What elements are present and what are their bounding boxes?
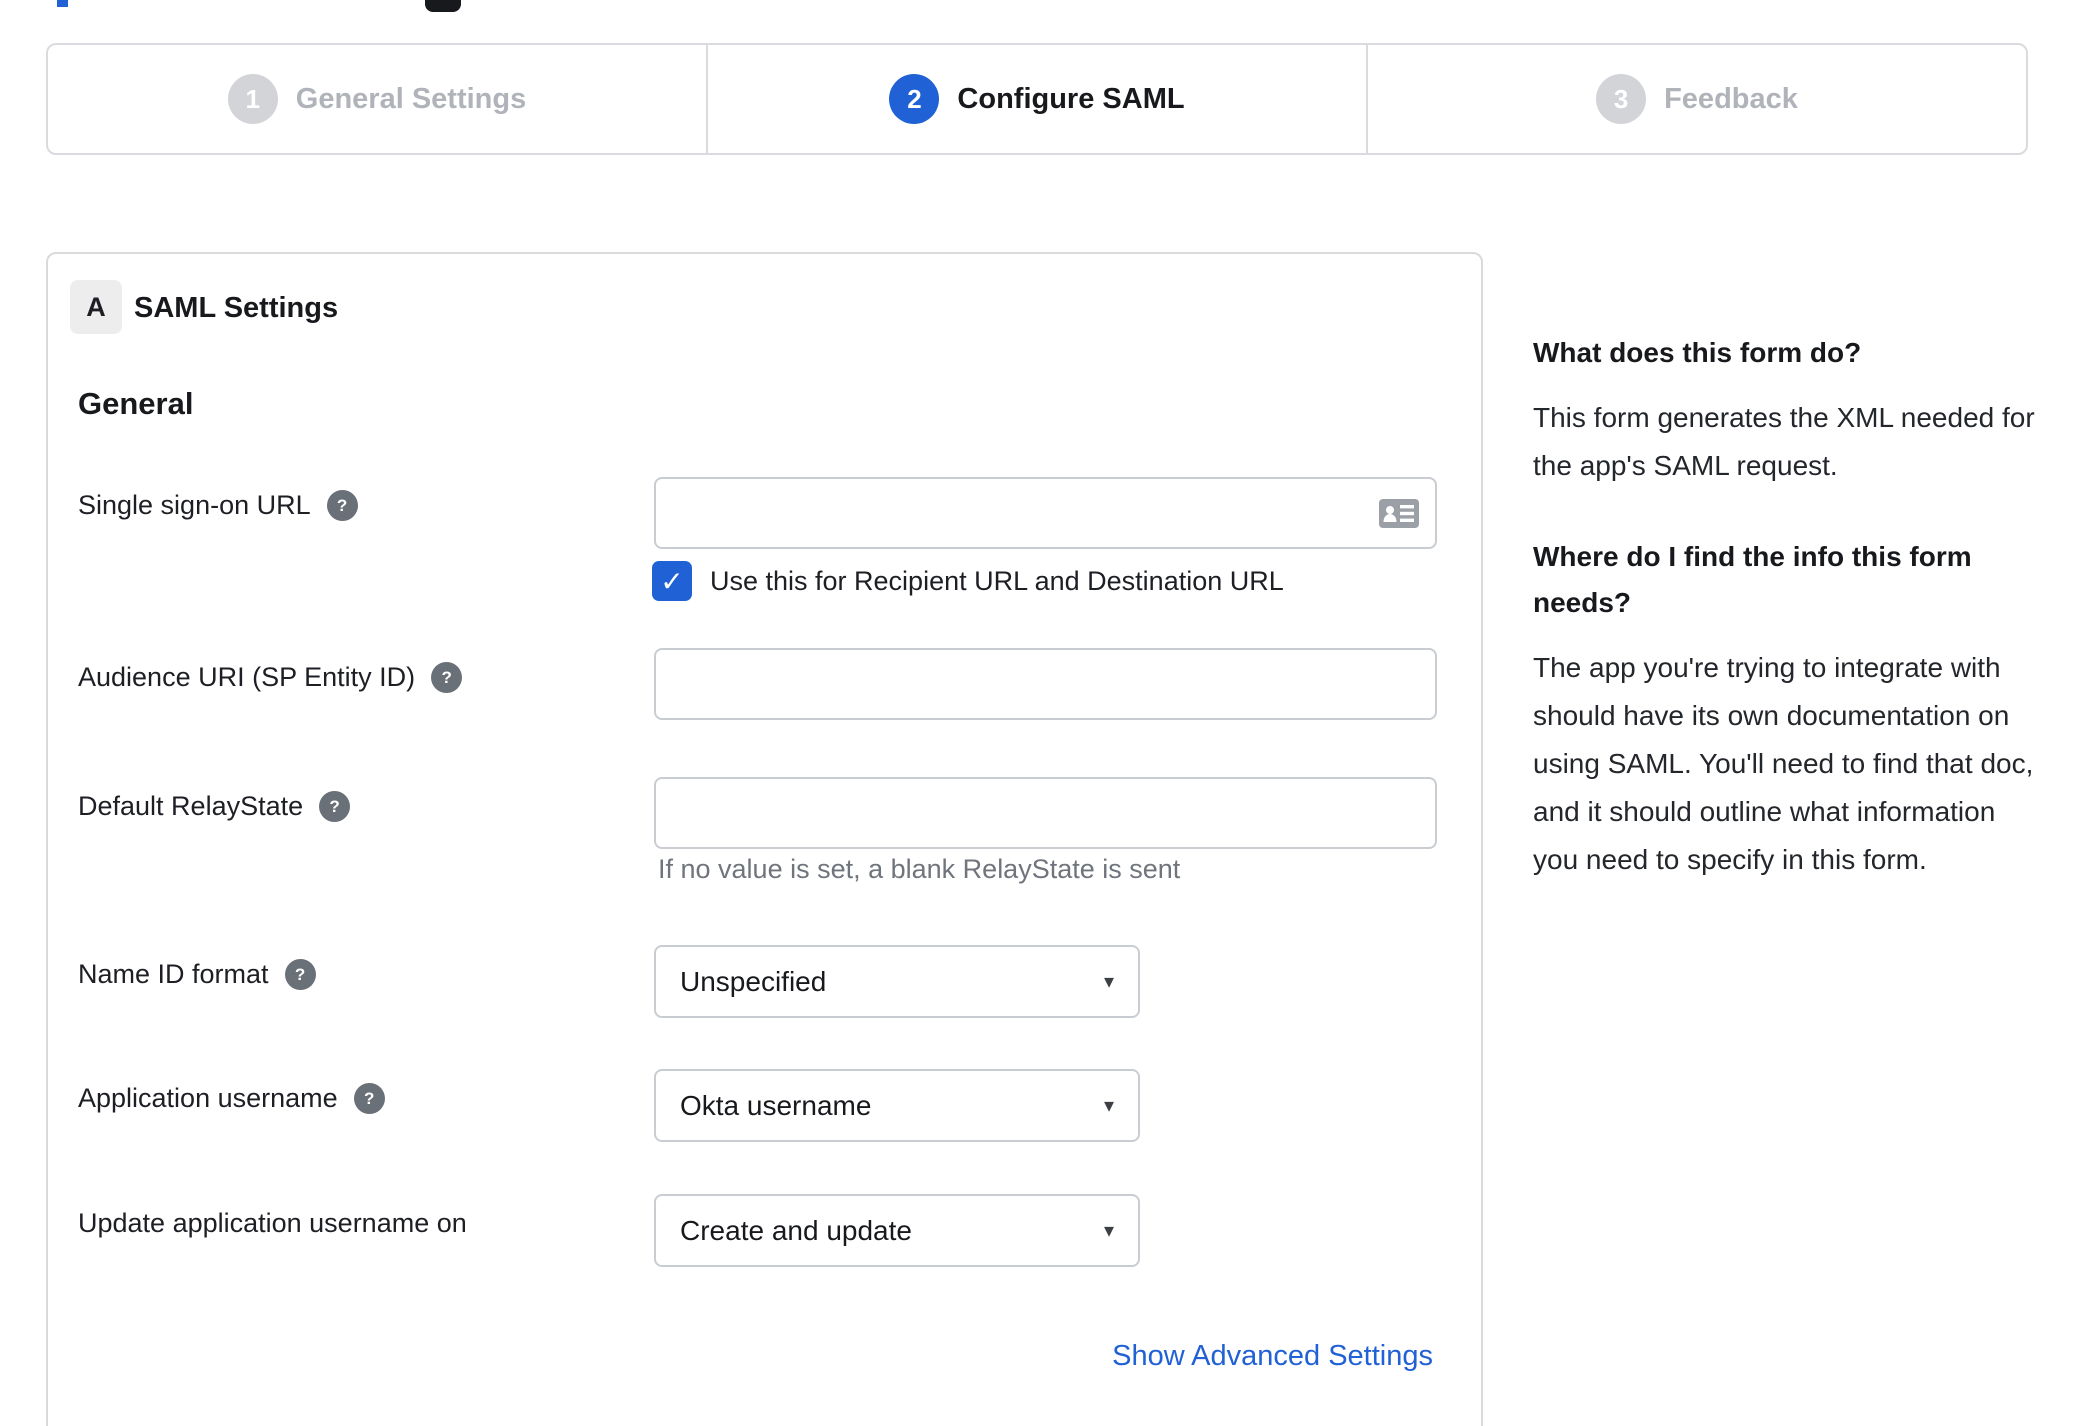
sidebar-body-what: This form generates the XML needed for t… <box>1533 402 2035 481</box>
sidebar-body-where: The app you're trying to integrate with … <box>1533 652 2034 875</box>
step-configure-saml[interactable]: 2 Configure SAML <box>706 45 1366 153</box>
name-id-format-help-icon[interactable]: ? <box>284 959 316 990</box>
wizard-stepper: 1 General Settings 2 Configure SAML 3 Fe… <box>46 43 2028 155</box>
sso-url-input-wrap <box>654 477 1437 549</box>
chevron-down-icon: ▾ <box>1103 1095 1114 1117</box>
step-3-label: Feedback <box>1664 82 1798 115</box>
application-username-help-icon[interactable]: ? <box>353 1083 385 1114</box>
sso-url-help-icon[interactable]: ? <box>326 490 358 521</box>
card-title: SAML Settings <box>134 292 339 324</box>
audience-uri-input[interactable] <box>654 648 1437 720</box>
app-logo-remnant <box>425 0 461 12</box>
sidebar-heading-where: Where do I find the info this form needs… <box>1533 541 1972 618</box>
sso-url-input[interactable] <box>654 477 1437 549</box>
audience-uri-label-text: Audience URI (SP Entity ID) <box>78 662 416 692</box>
application-username-select[interactable]: Okta username ▾ <box>654 1069 1140 1142</box>
relaystate-help-icon[interactable]: ? <box>319 791 351 822</box>
application-username-value: Okta username <box>680 1089 872 1121</box>
step-feedback[interactable]: 3 Feedback <box>1366 45 2026 153</box>
step-1-circle: 1 <box>227 74 278 124</box>
section-a-badge: A <box>70 280 122 334</box>
step-2-label: Configure SAML <box>957 82 1185 115</box>
step-1-label: General Settings <box>295 82 527 115</box>
configure-saml-page: 1 General Settings 2 Configure SAML 3 Fe… <box>0 0 2092 1426</box>
name-id-format-label-text: Name ID format <box>78 959 269 989</box>
name-id-format-label: Name ID format ? <box>78 959 316 990</box>
audience-uri-help-icon[interactable]: ? <box>431 662 463 693</box>
saml-settings-card: A SAML Settings General Single sign-on U… <box>46 252 1483 1426</box>
relaystate-input[interactable] <box>654 777 1437 849</box>
step-2-circle: 2 <box>889 74 940 124</box>
step-general-settings[interactable]: 1 General Settings <box>48 45 706 153</box>
update-username-value: Create and update <box>680 1214 912 1246</box>
application-username-label: Application username ? <box>78 1083 385 1114</box>
update-username-select[interactable]: Create and update ▾ <box>654 1194 1140 1267</box>
relaystate-label-text: Default RelayState <box>78 791 304 821</box>
sidebar-heading-what: What does this form do? <box>1533 337 1862 368</box>
audience-uri-label: Audience URI (SP Entity ID) ? <box>78 662 463 693</box>
sso-url-label-text: Single sign-on URL <box>78 490 311 520</box>
update-username-label: Update application username on <box>78 1208 467 1239</box>
name-id-format-select[interactable]: Unspecified ▾ <box>654 945 1140 1018</box>
relaystate-helper-text: If no value is set, a blank RelayState i… <box>658 854 1181 884</box>
general-section-heading: General <box>78 386 194 421</box>
application-username-label-text: Application username <box>78 1083 338 1113</box>
recipient-url-checkbox-label[interactable]: Use this for Recipient URL and Destinati… <box>710 566 1284 597</box>
chevron-down-icon: ▾ <box>1103 971 1114 993</box>
name-id-format-value: Unspecified <box>680 965 827 997</box>
step-3-circle: 3 <box>1596 74 1647 124</box>
sso-url-label: Single sign-on URL ? <box>78 490 358 521</box>
help-sidebar: What does this form do? This form genera… <box>1533 330 2045 928</box>
show-advanced-settings-link[interactable]: Show Advanced Settings <box>1112 1340 1433 1373</box>
page-title-remnant-accent <box>57 0 68 7</box>
recipient-url-checkbox[interactable]: ✓ <box>652 561 692 601</box>
contact-card-icon <box>1379 499 1419 528</box>
relaystate-label: Default RelayState ? <box>78 791 351 822</box>
chevron-down-icon: ▾ <box>1103 1220 1114 1242</box>
update-username-label-text: Update application username on <box>78 1208 467 1238</box>
